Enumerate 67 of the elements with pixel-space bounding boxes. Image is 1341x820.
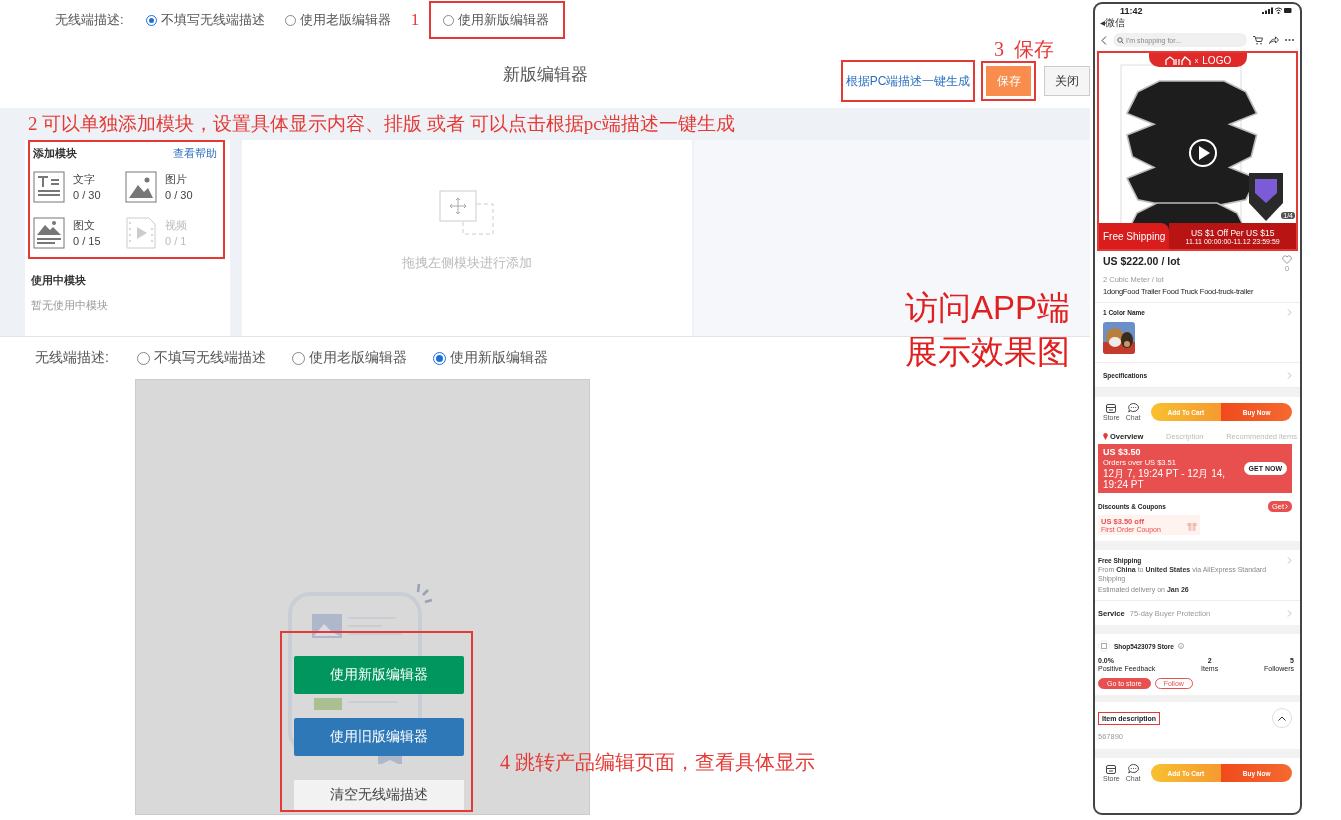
radio-option[interactable]: 使用新版编辑器 — [432, 349, 548, 367]
radio-option[interactable]: 使用新版编辑器 — [443, 11, 550, 29]
banner-text: LOGO — [1202, 54, 1232, 66]
color-swatch[interactable] — [1103, 322, 1135, 354]
video-module-icon — [125, 217, 157, 249]
panel-title: 使用中模块 — [31, 273, 87, 288]
generate-link[interactable]: 根据PC端描述一键生成 — [845, 72, 971, 90]
caption-text: 展示效果图 — [905, 332, 1071, 372]
radio-button[interactable] — [284, 14, 296, 26]
shop-logo-icon — [1164, 55, 1191, 65]
step-number: 1 — [410, 10, 420, 30]
store-icon — [1106, 764, 1117, 774]
panel-title: 添加模块 — [33, 146, 77, 161]
chevron-up-icon — [1278, 715, 1286, 721]
chevron-right-icon — [1287, 309, 1292, 316]
store-icon — [1098, 640, 1110, 652]
radio-option[interactable]: 不填写无线端描述 — [145, 11, 265, 29]
editor-button[interactable]: 清空无线端描述 — [294, 780, 464, 810]
status-time: 11:42 — [1120, 5, 1143, 16]
radio-button[interactable] — [136, 351, 150, 365]
step-annotation: 4 跳转产品编辑页面，查看具体显示 — [500, 750, 815, 775]
chevron-right-icon — [1287, 557, 1292, 564]
empty-text: 暂无使用中模块 — [31, 299, 108, 311]
search-icon — [1117, 36, 1124, 44]
step-annotation: 2 可以单独添加模块，设置具体显示内容、排版 或者 可以点击根据pc端描述一键生成 — [28, 112, 735, 136]
radio-button[interactable] — [432, 351, 446, 365]
store-icon — [1106, 403, 1117, 413]
chevron-right-icon — [1287, 609, 1292, 617]
help-link[interactable]: 查看帮助 — [173, 146, 217, 161]
module-item[interactable]: 图片 0 / 30 — [125, 171, 217, 203]
price-text: US $222.00 / lot — [1103, 255, 1181, 269]
field-label: 无线端描述: — [55, 11, 124, 29]
chevron-right-icon — [1285, 504, 1288, 509]
radio-option[interactable]: 使用老版编辑器 — [291, 349, 407, 367]
step-annotation: 3 保存 — [994, 37, 1054, 62]
radio-button[interactable] — [291, 351, 305, 365]
editor-title: 新版编辑器 — [502, 63, 588, 86]
coupon-period: 12月 7, 19:24 PT - 12月 14, 19:24 PT — [1103, 468, 1227, 490]
close-button[interactable]: 关闭 — [1044, 66, 1090, 96]
radio-button[interactable] — [443, 14, 455, 26]
text-module-icon — [33, 171, 65, 203]
module-item[interactable]: 图文 0 / 15 — [33, 217, 125, 249]
image-text-module-icon — [33, 217, 65, 249]
pin-icon — [1103, 433, 1108, 440]
chat-icon — [1127, 403, 1139, 413]
caption-text: 访问APP端 — [905, 288, 1071, 328]
radio-button[interactable] — [145, 14, 157, 26]
cart-icon[interactable] — [1253, 35, 1263, 45]
status-icons — [1262, 7, 1292, 14]
chat-icon — [1127, 764, 1139, 774]
share-icon[interactable] — [1269, 36, 1279, 44]
promo-tag: Free Shipping — [1099, 223, 1170, 249]
chevron-right-icon — [1287, 371, 1292, 379]
back-to-app-link[interactable]: ◂微信 — [1095, 17, 1300, 29]
radio-option[interactable]: 使用老版编辑器 — [284, 11, 391, 29]
drag-drop-icon — [439, 190, 495, 236]
heart-icon — [1282, 255, 1292, 264]
coupon-amount: US $3.50 — [1103, 447, 1142, 457]
drop-hint: 拖拽左侧模块进行添加 — [402, 254, 532, 272]
editor-button[interactable]: 使用新版编辑器 — [294, 656, 464, 694]
field-label: 无线端描述: — [35, 349, 109, 367]
module-item[interactable]: 文字 0 / 30 — [33, 171, 125, 203]
radio-option[interactable]: 不填写无线端描述 — [136, 349, 266, 367]
back-icon[interactable] — [1101, 35, 1107, 45]
image-module-icon — [125, 171, 157, 203]
info-icon — [1178, 643, 1184, 649]
editor-button[interactable]: 使用旧版编辑器 — [294, 718, 464, 756]
